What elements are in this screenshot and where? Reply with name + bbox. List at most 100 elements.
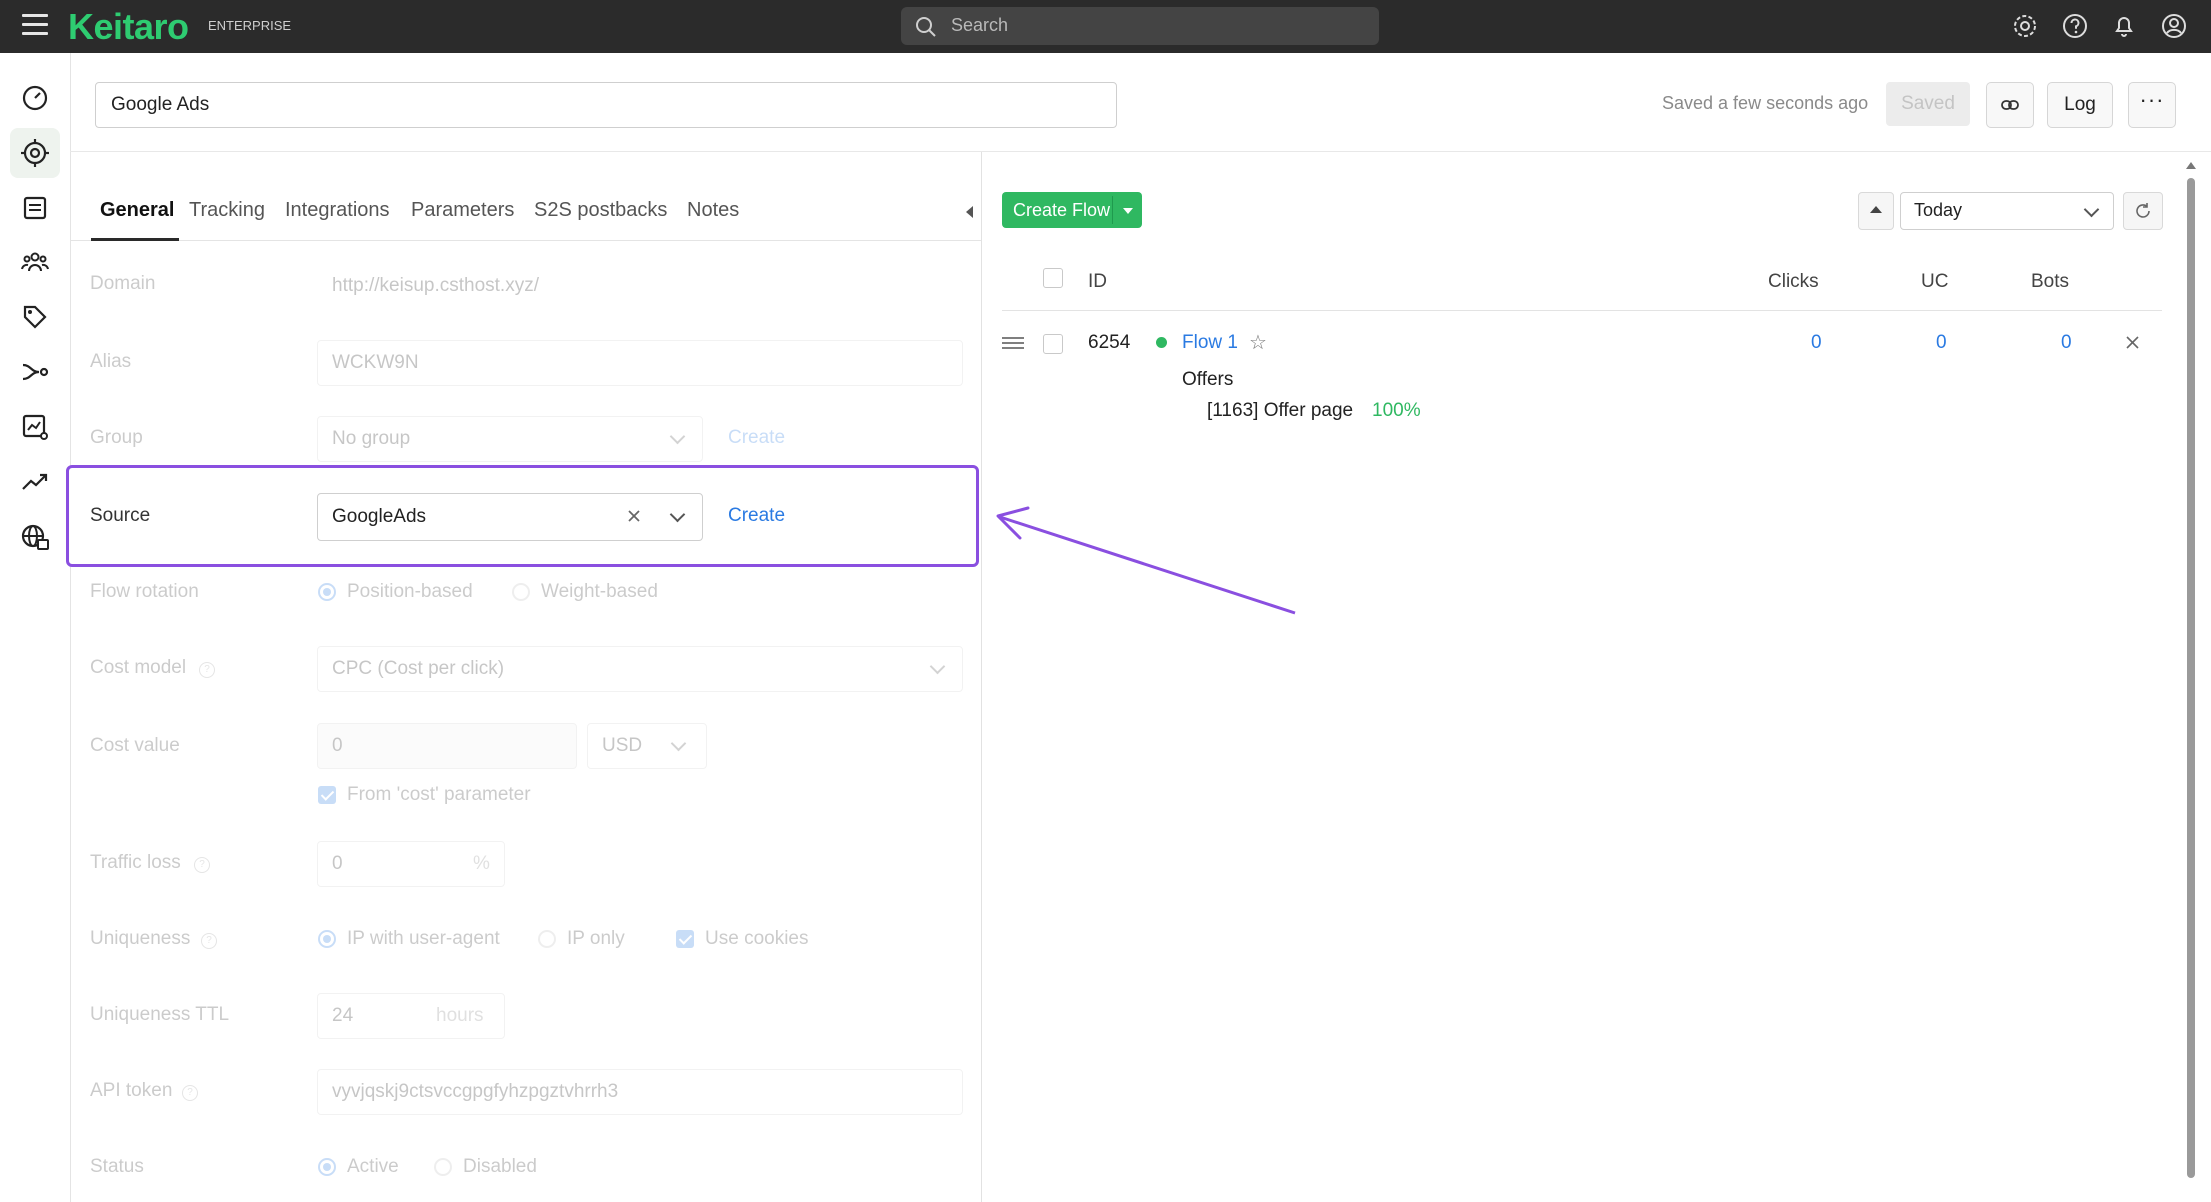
more-menu-button[interactable]: ··· (2128, 82, 2176, 128)
status-active-label: Active (347, 1156, 399, 1177)
create-flow-button[interactable]: Create Flow (1002, 192, 1142, 228)
column-id[interactable]: ID (1088, 271, 1107, 293)
source-select[interactable]: GoogleAds (317, 493, 703, 541)
collapse-up-button[interactable] (1858, 192, 1894, 230)
cost-value-input[interactable]: 0 (317, 723, 577, 769)
chevron-down-icon[interactable] (669, 506, 686, 523)
scrollbar-thumb[interactable] (2187, 178, 2195, 1178)
saved-button[interactable]: Saved (1886, 82, 1970, 126)
traffic-loss-input[interactable]: 0 % (317, 841, 505, 887)
traffic-loss-label: Traffic loss (90, 852, 181, 873)
uniqueness-label: Uniqueness (90, 928, 191, 949)
cost-model-select[interactable]: CPC (Cost per click) (317, 646, 963, 692)
chevron-down-icon (2083, 201, 2100, 218)
use-cookies-checkbox[interactable] (676, 930, 694, 948)
flow-bots[interactable]: 0 (2061, 332, 2072, 354)
currency-value: USD (602, 735, 643, 756)
date-range-value: Today (1914, 200, 1963, 220)
bell-icon[interactable] (2110, 12, 2138, 40)
uniqueness-ttl-value: 24 (332, 1005, 354, 1026)
form-top-faded: Domain http://keisup.csthost.xyz/ Alias … (0, 0, 981, 462)
alias-input[interactable]: WCKW9N (317, 340, 963, 386)
position-based-label: Position-based (347, 581, 473, 602)
ip-only-radio[interactable] (538, 930, 556, 948)
cost-model-label: Cost model (90, 657, 187, 678)
gear-icon[interactable] (2011, 12, 2039, 40)
currency-select[interactable]: USD (587, 723, 707, 769)
refresh-icon (2136, 203, 2150, 218)
source-value: GoogleAds (332, 506, 427, 527)
from-cost-checkbox[interactable] (318, 786, 336, 804)
chevron-down-icon (929, 658, 946, 675)
form-bottom-faded: Flow rotation Position-based Weight-base… (0, 570, 981, 1202)
date-range-select[interactable]: Today (1900, 192, 2114, 230)
uniqueness-ttl-input[interactable]: 24 hours (317, 993, 505, 1039)
use-cookies-label: Use cookies (705, 928, 809, 949)
clear-icon[interactable] (627, 509, 641, 523)
status-label: Status (90, 1156, 144, 1177)
api-token-label: API token (90, 1080, 173, 1101)
api-token-value: vyvjqskj9ctsvccgpgfyhzpgztvhrrh3 (332, 1081, 619, 1102)
saved-status-text: Saved a few seconds ago (1662, 93, 1869, 113)
api-token-input[interactable]: vyvjqskj9ctsvccgpgfyhzpgztvhrrh3 (317, 1069, 963, 1115)
ip-only-label: IP only (567, 928, 625, 949)
position-based-radio[interactable] (318, 583, 336, 601)
star-icon[interactable]: ☆ (1249, 330, 1267, 355)
status-disabled-label: Disabled (463, 1156, 537, 1177)
offer-name[interactable]: [1163] Offer page (1207, 400, 1353, 422)
offer-share: 100% (1372, 400, 1421, 421)
chevron-down-icon (669, 428, 686, 445)
cost-value-label: Cost value (90, 735, 180, 756)
alias-label: Alias (90, 351, 132, 372)
scroll-up-arrow[interactable] (2186, 162, 2196, 169)
uniqueness-ttl-unit: hours (436, 1005, 484, 1026)
flow-name-link[interactable]: Flow 1 (1182, 332, 1238, 354)
flow-id: 6254 (1088, 332, 1131, 353)
help-icon[interactable]: ? (199, 662, 215, 678)
help-icon[interactable]: ? (201, 933, 217, 949)
status-disabled-radio[interactable] (434, 1158, 452, 1176)
alias-value: WCKW9N (332, 352, 419, 373)
offers-heading: Offers (1182, 369, 1234, 390)
ip-user-agent-radio[interactable] (318, 930, 336, 948)
row-checkbox[interactable] (1043, 334, 1063, 354)
panel-divider (981, 152, 982, 1202)
caret-down-icon[interactable] (1123, 208, 1133, 214)
domain-select[interactable]: http://keisup.csthost.xyz/ (317, 263, 963, 309)
traffic-loss-value: 0 (332, 853, 343, 874)
select-all-checkbox[interactable] (1043, 268, 1063, 288)
user-icon[interactable] (2160, 12, 2188, 40)
help-icon[interactable]: ? (182, 1085, 198, 1101)
column-bots[interactable]: Bots (2031, 271, 2069, 293)
link-icon (2001, 100, 2019, 110)
help-icon[interactable]: ? (194, 857, 210, 873)
weight-based-label: Weight-based (541, 581, 658, 602)
column-clicks[interactable]: Clicks (1768, 271, 1819, 293)
log-button[interactable]: Log (2047, 82, 2113, 128)
copy-link-button[interactable] (1986, 82, 2034, 128)
source-label: Source (90, 505, 151, 526)
chevron-down-icon (670, 735, 687, 752)
domains-icon[interactable] (20, 522, 50, 552)
drag-handle-icon[interactable] (1002, 337, 1024, 349)
refresh-button[interactable] (2123, 192, 2163, 230)
uniqueness-ttl-label: Uniqueness TTL (90, 1004, 230, 1025)
flow-clicks[interactable]: 0 (1811, 332, 1822, 354)
remove-flow-icon[interactable] (2126, 336, 2139, 349)
cost-model-value: CPC (Cost per click) (332, 658, 505, 679)
column-uc[interactable]: UC (1921, 271, 1948, 293)
source-create-link[interactable]: Create (728, 505, 785, 527)
group-create-link[interactable]: Create (728, 427, 785, 449)
flow-uc[interactable]: 0 (1936, 332, 1947, 354)
ip-user-agent-label: IP with user-agent (347, 928, 500, 949)
domain-value: http://keisup.csthost.xyz/ (332, 275, 539, 296)
table-row[interactable]: 6254 Flow 1 ☆ 0 0 0 Offers [1163] Offer … (1002, 320, 2162, 430)
help-icon[interactable] (2061, 12, 2089, 40)
create-flow-label: Create Flow (1013, 200, 1111, 220)
traffic-loss-unit: % (473, 853, 490, 874)
create-flow-separator (1112, 196, 1113, 224)
weight-based-radio[interactable] (512, 583, 530, 601)
status-active-radio[interactable] (318, 1158, 336, 1176)
trends-icon[interactable] (20, 467, 50, 497)
group-select[interactable]: No group (317, 416, 703, 462)
